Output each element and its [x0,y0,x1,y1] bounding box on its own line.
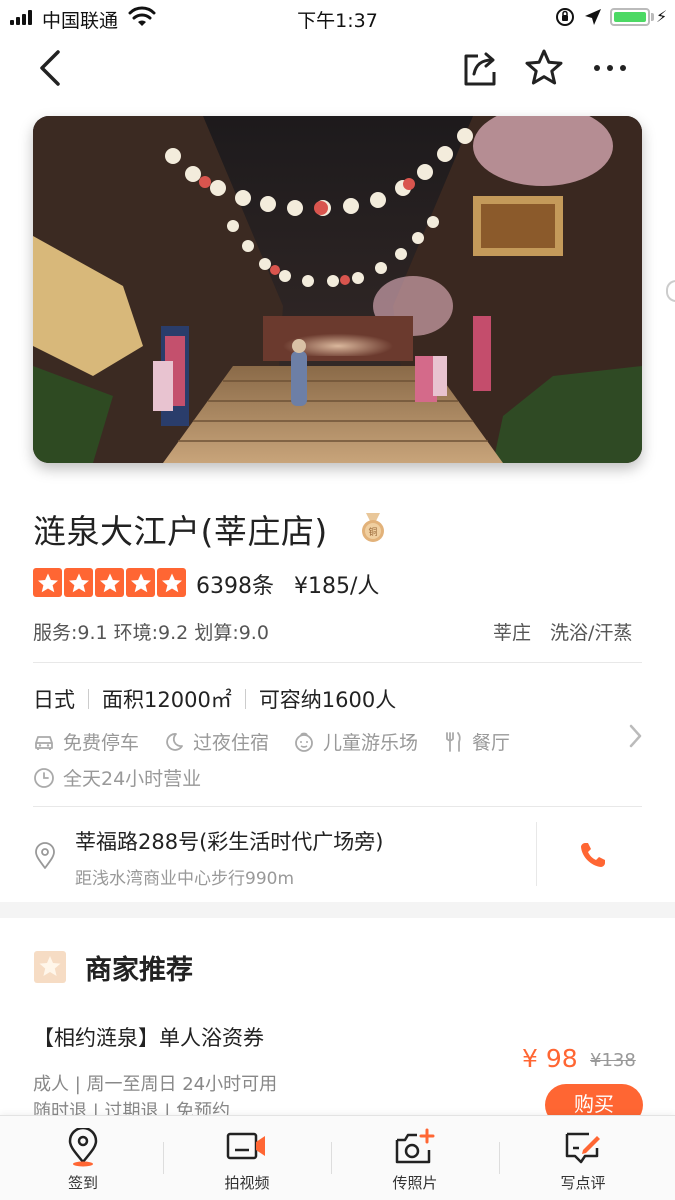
amenity-restaurant: 餐厅 [442,728,510,755]
more-icon[interactable] [588,46,632,90]
divider [33,806,642,807]
video-camera-icon [226,1132,265,1160]
amenity-label: 餐厅 [472,732,511,754]
hero-illustration [33,116,642,463]
star-icon [64,568,93,597]
camera-add-icon [395,1128,435,1164]
average-price: ¥185/人 [294,574,380,599]
favorite-star-icon[interactable] [522,46,566,90]
sub-scores: 服务:9.1 环境:9.2 划算:9.0 [33,622,269,644]
category-tag[interactable]: 洗浴/汗蒸 [550,618,632,645]
child-face-icon [295,732,313,752]
carousel-edge-hint [666,280,675,302]
clock-icon [34,767,54,788]
divider [33,662,642,663]
charging-icon: ⚡ [656,7,668,26]
tab-label: 传照片 [392,1174,438,1192]
amenity-playground: 儿童游乐场 [293,728,418,755]
shop-name: 涟泉大江户(莘庄店) [33,512,328,551]
star-icon [157,568,186,597]
hours-label: 全天24小时营业 [63,768,202,790]
svg-text:铜: 铜 [368,526,377,538]
car-icon [35,735,53,750]
amenity-parking: 免费停车 [33,728,139,755]
amenities-list[interactable]: 免费停车 过夜住宿 儿童游乐场 餐厅 [33,728,534,755]
chevron-right-icon[interactable] [626,722,646,750]
tab-checkin[interactable]: 签到 [3,1116,163,1200]
amenity-label: 免费停车 [63,732,140,754]
status-bar: 中国联通 下午1:37 ⚡ [0,0,675,34]
fork-knife-icon [446,731,461,752]
address-text: 莘福路288号(彩生活时代广场旁) [75,830,384,854]
tab-label: 签到 [67,1174,98,1192]
tab-label: 写点评 [560,1174,606,1192]
facility-facts: 日式 面积12000㎡ 可容纳1600人 [33,684,396,714]
location-pin-icon [68,1128,98,1167]
tab-label: 拍视频 [224,1174,270,1192]
rating-stars [33,568,186,597]
tab-upload-photo[interactable]: 传照片 [335,1116,495,1200]
section-title: 商家推荐 [85,955,193,986]
tab-write-review[interactable]: 写点评 [503,1116,663,1200]
star-icon [95,568,124,597]
location-arrow-icon [585,9,601,25]
hero-photo[interactable] [33,116,642,463]
business-hours: 全天24小时营业 [33,764,201,791]
deal-title[interactable]: 【相约涟泉】单人浴资券 [33,1022,264,1052]
star-icon [33,568,62,597]
amenity-label: 儿童游乐场 [323,732,419,754]
map-pin-icon [35,842,55,869]
battery-icon [610,8,650,26]
section-gap [0,902,675,918]
distance-text: 距浅水湾商业中心步行990m [75,869,295,889]
address-row[interactable]: 莘福路288号(彩生活时代广场旁) 距浅水湾商业中心步行990m [0,808,675,902]
bronze-medal-icon: 铜 [362,513,384,542]
star-icon [126,568,155,597]
area-tag[interactable]: 莘庄 [493,618,531,645]
moon-icon [166,732,183,751]
size-label: 面积12000㎡ [102,688,232,712]
deal-price: ¥ 98 [522,1044,578,1073]
bottom-action-bar: 签到 拍视频 传照片 写点评 [0,1115,675,1200]
review-count[interactable]: 6398条 [196,568,274,600]
back-icon[interactable] [28,46,72,90]
share-icon[interactable] [458,46,502,90]
phone-icon[interactable] [578,840,608,870]
amenity-overnight: 过夜住宿 [163,728,269,755]
style-label: 日式 [33,688,75,712]
amenity-label: 过夜住宿 [193,732,270,754]
deal-conditions: 成人 | 周一至周日 24小时可用 [33,1074,278,1095]
tab-record-video[interactable]: 拍视频 [167,1116,327,1200]
recommend-star-icon [34,951,66,983]
write-review-icon [565,1132,600,1164]
deal-original-price: ¥138 [590,1050,636,1071]
rotation-lock-icon [556,8,574,26]
capacity-label: 可容纳1600人 [258,688,397,712]
